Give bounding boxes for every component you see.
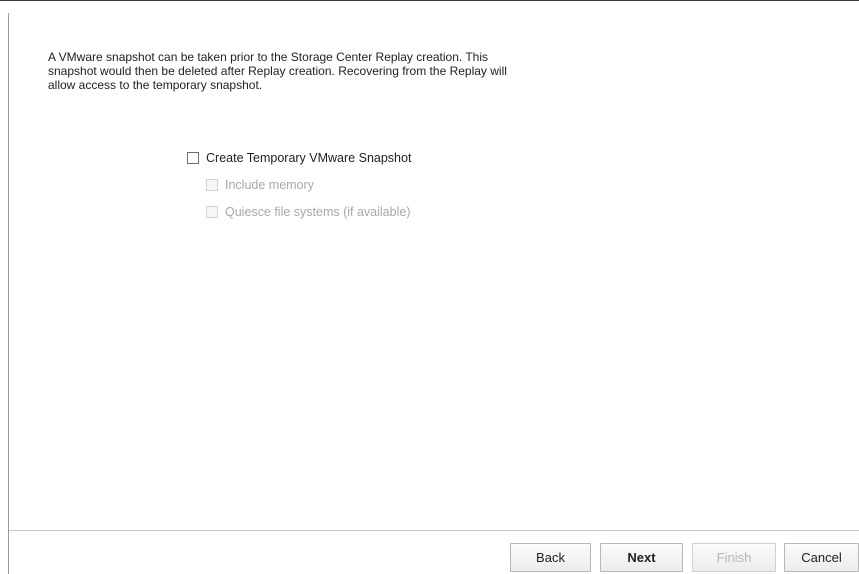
description-line: A VMware snapshot can be taken prior to … (48, 50, 489, 64)
description-line: snapshot would then be deleted after Rep… (48, 64, 507, 78)
include-memory-label: Include memory (225, 178, 314, 192)
next-button[interactable]: Next (600, 543, 683, 572)
create-temporary-snapshot-label[interactable]: Create Temporary VMware Snapshot (206, 151, 411, 165)
finish-button: Finish (692, 543, 776, 572)
quiesce-file-systems-checkbox (206, 206, 218, 218)
include-memory-checkbox (206, 179, 218, 191)
description-line: allow access to the temporary snapshot. (48, 78, 263, 92)
quiesce-file-systems-option: Quiesce file systems (if available) (206, 205, 410, 219)
quiesce-file-systems-label: Quiesce file systems (if available) (225, 205, 411, 219)
create-temporary-snapshot-option[interactable]: Create Temporary VMware Snapshot (187, 151, 411, 165)
snapshot-description: A VMware snapshot can be taken prior to … (48, 50, 628, 92)
include-memory-option: Include memory (206, 178, 314, 192)
create-temporary-snapshot-checkbox[interactable] (187, 152, 199, 164)
back-button[interactable]: Back (510, 543, 591, 572)
cancel-button[interactable]: Cancel (784, 543, 859, 572)
wizard-dialog: A VMware snapshot can be taken prior to … (0, 0, 859, 574)
